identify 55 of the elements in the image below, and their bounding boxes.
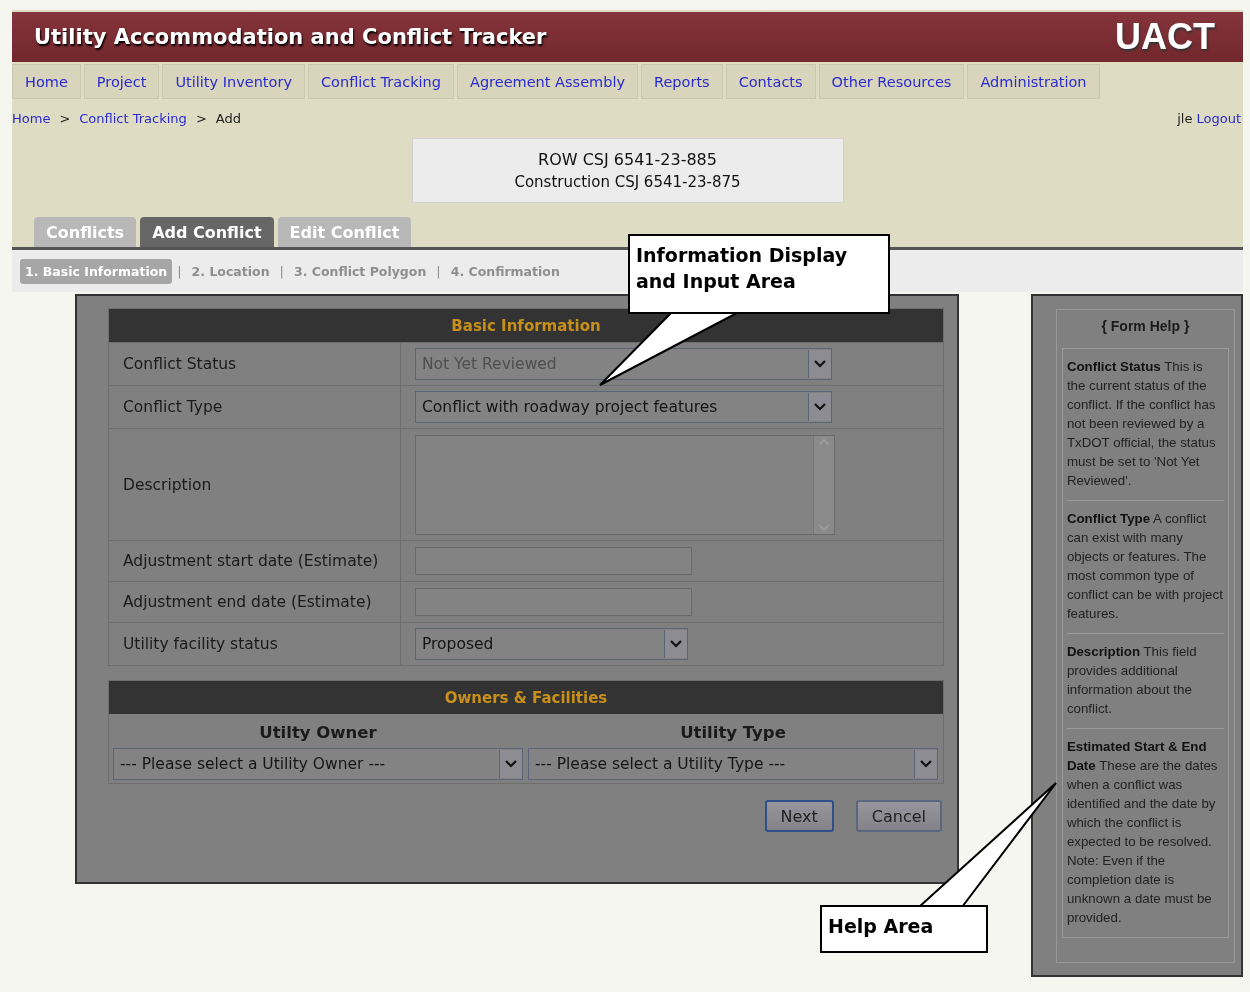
step-separator: |: [436, 263, 441, 279]
app-title: Utility Accommodation and Conflict Tracker: [34, 25, 547, 49]
breadcrumb-separator: >: [59, 110, 71, 126]
chevron-down-icon: [814, 360, 826, 368]
field-label: Adjustment end date (Estimate): [109, 582, 401, 622]
step-separator: |: [177, 263, 182, 279]
field-label: Conflict Status: [109, 343, 401, 385]
breadcrumb-link[interactable]: Home: [12, 110, 51, 126]
chevron-down-icon: [814, 403, 826, 411]
nav-item[interactable]: Contacts: [725, 64, 816, 99]
field-label: Description: [109, 429, 401, 540]
dropdown[interactable]: Conflict with roadway project features: [415, 391, 832, 423]
nav-item[interactable]: Home: [12, 64, 81, 99]
field-label: Utility facility status: [109, 623, 401, 665]
nav-item[interactable]: Conflict Tracking: [308, 64, 454, 99]
breadcrumb-separator: >: [195, 110, 207, 126]
chevron-up-icon: [818, 437, 830, 446]
breadcrumb-link[interactable]: Conflict Tracking: [79, 110, 187, 126]
app-logo: UACT: [1115, 16, 1215, 58]
chevron-down-icon: [670, 640, 682, 648]
dropdown[interactable]: --- Please select a Utility Type ---: [528, 748, 938, 780]
chevron-down-icon: [920, 760, 932, 768]
project-csj: ROW CSJ 6541-23-885: [538, 150, 717, 169]
chevron-down-icon: [505, 760, 517, 768]
column-heading: Utilty Owner: [259, 723, 377, 742]
date-field[interactable]: [415, 547, 692, 575]
nav-item[interactable]: Utility Inventory: [162, 64, 305, 99]
date-field[interactable]: [415, 588, 692, 616]
nav-item[interactable]: Project: [83, 64, 160, 99]
help-text: Estimated Start & End Date These are the dates when a conflict was identified and the date by which the conflict is expected to be resolved. Note: Even if the completion date is unknown a date must be provided.: [1066, 739, 1218, 925]
breadcrumb-current: Add: [215, 110, 241, 126]
help-title: { Form Help }: [1101, 318, 1190, 334]
project-csj: Construction CSJ 6541-23-875: [514, 173, 741, 191]
field-label: Conflict Type: [109, 386, 401, 428]
user-name: jle: [1177, 110, 1193, 126]
help-text: Description This field provides additional information about the conflict.: [1066, 644, 1197, 716]
next-button[interactable]: Next: [764, 800, 834, 832]
scrollbar[interactable]: [813, 435, 834, 534]
logout-link[interactable]: Logout: [1196, 110, 1241, 126]
cancel-button[interactable]: Cancel: [855, 800, 942, 832]
nav-item[interactable]: Agreement Assembly: [456, 64, 638, 99]
field-label: Adjustment start date (Estimate): [109, 541, 401, 581]
help-text: Conflict Type A conflict can exist with many objects or features. The most common type of conflict can be with project features.: [1066, 511, 1223, 621]
dropdown[interactable]: Proposed: [415, 628, 688, 660]
tab[interactable]: Add Conflict: [140, 217, 274, 247]
nav-item[interactable]: Reports: [641, 64, 723, 99]
step-separator: |: [279, 263, 284, 279]
callout-label: Help Area: [820, 905, 988, 953]
dropdown[interactable]: --- Please select a Utility Owner ---: [113, 748, 523, 780]
nav-item[interactable]: Other Resources: [818, 64, 965, 99]
help-text: Conflict Status This is the current status of the conflict. If the conflict has not been reviewed by a TxDOT official, the status must be set to 'Not Yet Reviewed'.: [1066, 359, 1216, 488]
section-header: Owners & Facilities: [109, 681, 943, 714]
column-heading: Utility Type: [680, 723, 786, 742]
text-area[interactable]: [415, 434, 835, 535]
nav-item[interactable]: Administration: [967, 64, 1100, 99]
